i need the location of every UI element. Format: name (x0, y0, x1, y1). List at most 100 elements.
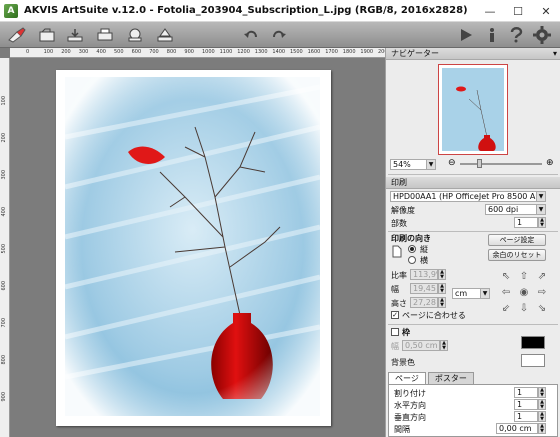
chevron-down-icon: ▼ (480, 289, 489, 298)
ratio-input[interactable]: 113,9% (410, 269, 438, 280)
brush-icon[interactable] (6, 25, 28, 45)
photo-preview (65, 77, 320, 416)
ruler-tick-label: 300 (1, 170, 7, 180)
frame-width-spinner[interactable]: ▲ ▼ (440, 340, 448, 351)
vertical-label: 垂直方向 (394, 413, 426, 422)
width-spinner[interactable]: ▲ ▼ (438, 283, 446, 294)
collapse-icon[interactable]: ▾ (553, 48, 557, 60)
ruler-tick-label: 100 (43, 49, 54, 55)
height-label: 高さ (391, 299, 407, 308)
zoom-out-icon[interactable]: ⊖ (448, 158, 456, 168)
vertical-spinner[interactable]: ▲ ▼ (538, 411, 546, 422)
horizontal-input[interactable]: 1 (514, 399, 538, 410)
arrow-down-icon[interactable]: ⇩ (517, 302, 531, 316)
ruler-tick-label: 100 (1, 96, 7, 106)
frame-color-swatch[interactable] (521, 336, 545, 349)
ruler-tick-label: 200 (61, 49, 71, 55)
orientation-title: 印刷の向き (391, 234, 431, 243)
frame-width-label: 幅 (391, 342, 399, 351)
tab-poster[interactable]: ポスター (427, 372, 474, 384)
copies-label: 部数 (391, 219, 407, 228)
printer-select[interactable]: HPD00AA1 (HP OfficeJet Pro 8500 A910) ▼ (390, 191, 546, 202)
spacing-spinner[interactable]: ▲ ▼ (538, 423, 546, 434)
portrait-label: 縦 (420, 245, 428, 254)
print-icon[interactable] (94, 25, 116, 45)
undo-icon[interactable] (240, 25, 262, 45)
page-setup-button[interactable]: ページ設定 (488, 234, 546, 246)
cut-input[interactable]: 1 (514, 387, 538, 398)
ruler-tick-label: 800 (166, 49, 177, 55)
close-button[interactable]: ✕ (532, 0, 560, 22)
center-icon[interactable]: ◉ (517, 286, 531, 300)
ruler-tick-label: 1200 (237, 49, 250, 55)
height-spinner[interactable]: ▲ ▼ (438, 297, 446, 308)
share-icon[interactable] (124, 25, 146, 45)
fit-page-checkbox[interactable]: ✓ (391, 311, 399, 319)
cut-spinner[interactable]: ▲ ▼ (538, 387, 546, 398)
maximize-button[interactable]: ☐ (504, 0, 532, 22)
unit-select[interactable]: cm ▼ (452, 288, 490, 299)
ruler-tick-label: 300 (78, 49, 89, 55)
info-icon[interactable] (481, 25, 503, 45)
height-input[interactable]: 27,28 (410, 297, 438, 308)
print-header[interactable]: 印刷 (386, 177, 560, 189)
ruler-tick-label: 800 (1, 355, 7, 365)
open-icon[interactable] (36, 25, 58, 45)
chevron-down-icon: ▼ (536, 205, 545, 214)
save-icon[interactable] (64, 25, 86, 45)
toolbar (0, 22, 560, 48)
copies-input[interactable]: 1 (514, 217, 538, 228)
navigator-header[interactable]: ナビゲーター ▾ (386, 48, 560, 60)
width-label: 幅 (391, 285, 399, 294)
zoom-slider[interactable] (460, 163, 542, 165)
minimize-button[interactable]: — (476, 0, 504, 22)
help-icon[interactable] (505, 25, 527, 45)
page-orientation-icon (392, 245, 402, 261)
ruler-tick-label: 500 (1, 244, 7, 254)
width-input[interactable]: 19,45 (410, 283, 438, 294)
tab-page[interactable]: ページ (388, 372, 426, 384)
navigator-thumbnail[interactable] (438, 64, 508, 155)
arrow-right-icon[interactable]: ⇨ (535, 286, 549, 300)
ruler-tick-label: 600 (131, 49, 142, 55)
reset-margins-button[interactable]: 余白のリセット (488, 249, 546, 261)
portrait-radio[interactable] (408, 245, 416, 253)
frame-width-input[interactable]: 0,50 cm (402, 340, 440, 351)
copies-spinner[interactable]: ▲ ▼ (538, 217, 546, 228)
ruler-tick-label: 1400 (272, 49, 286, 55)
arrow-down-left-icon[interactable]: ⇙ (499, 302, 513, 316)
ruler-tick-label: 400 (96, 49, 106, 55)
vertical-input[interactable]: 1 (514, 411, 538, 422)
zoom-slider-handle[interactable] (477, 159, 482, 168)
zoom-in-icon[interactable]: ⊕ (546, 158, 554, 168)
frame-checkbox[interactable] (391, 328, 399, 336)
title-bar: A AKVIS ArtSuite v.12.0 - Fotolia_203904… (0, 0, 560, 22)
redo-icon[interactable] (268, 25, 290, 45)
landscape-radio[interactable] (408, 256, 416, 264)
ruler-tick-label: 600 (1, 281, 7, 291)
arrow-left-icon[interactable]: ⇦ (499, 286, 513, 300)
fit-page-label: ページに合わせる (402, 311, 466, 320)
arrow-up-left-icon[interactable]: ⇖ (499, 270, 513, 284)
arrow-up-right-icon[interactable]: ⇗ (535, 270, 549, 284)
ruler-tick-label: 1000 (202, 49, 215, 55)
ratio-spinner[interactable]: ▲ ▼ (438, 269, 446, 280)
arrow-up-icon[interactable]: ⇧ (517, 270, 531, 284)
background-color-swatch[interactable] (521, 354, 545, 367)
resolution-select[interactable]: 600 dpi ▼ (485, 204, 546, 215)
zoom-select[interactable]: 54% ▼ (390, 159, 436, 170)
horizontal-spinner[interactable]: ▲ ▼ (538, 399, 546, 410)
ruler-tick-label: 1800 (342, 49, 356, 55)
settings-icon[interactable] (531, 25, 553, 45)
ruler-tick-label: 1100 (219, 49, 233, 55)
batch-icon[interactable] (154, 25, 176, 45)
run-icon[interactable] (455, 25, 477, 45)
vertical-ruler: 100 200 300 400 500 600 700 800 900 (0, 58, 10, 437)
print-page-preview[interactable] (56, 70, 331, 426)
ruler-tick-label: 700 (1, 318, 7, 328)
ruler-tick-label: 500 (114, 49, 124, 55)
ruler-tick-label: 900 (184, 49, 194, 55)
arrow-down-right-icon[interactable]: ⇘ (535, 302, 549, 316)
spacing-input[interactable]: 0,00 cm (496, 423, 538, 434)
ruler-tick-label: 1500 (290, 49, 303, 55)
